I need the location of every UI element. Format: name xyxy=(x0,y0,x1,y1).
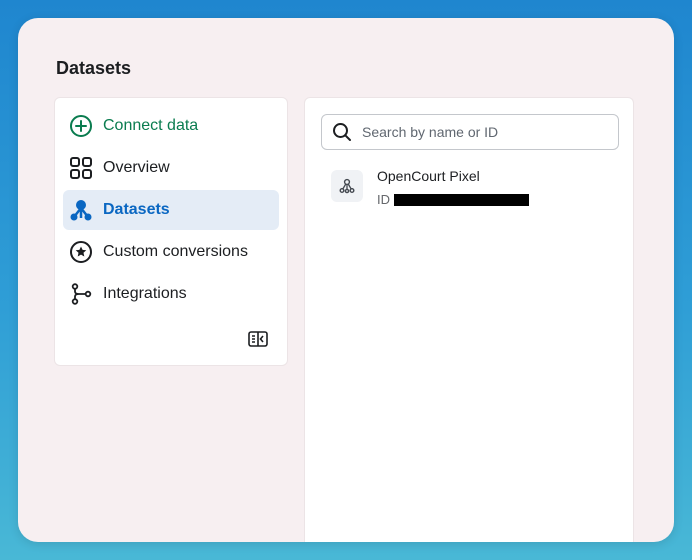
grid-icon xyxy=(69,156,93,180)
pixel-icon xyxy=(331,170,363,202)
nav-item-label: Connect data xyxy=(103,117,199,134)
sidebar-nav: Connect data Overview Datasets Custom co… xyxy=(54,97,288,366)
page-title: Datasets xyxy=(56,58,132,78)
search-icon xyxy=(332,122,352,142)
dataset-name: OpenCourt Pixel xyxy=(377,168,480,184)
datasets-panel: OpenCourt Pixel ID xyxy=(304,97,634,542)
search-box xyxy=(321,114,619,150)
search-input[interactable] xyxy=(360,123,604,141)
nav-item-connect-data[interactable]: Connect data xyxy=(63,106,279,146)
dataset-id: ID xyxy=(377,192,529,207)
nav-item-custom-conversions[interactable]: Custom conversions xyxy=(63,232,279,272)
nav-item-label: Custom conversions xyxy=(103,243,248,260)
nav-item-datasets[interactable]: Datasets xyxy=(63,190,279,230)
nav-item-label: Datasets xyxy=(103,201,170,218)
nav-item-integrations[interactable]: Integrations xyxy=(63,274,279,314)
sidebar-collapse-icon[interactable] xyxy=(248,331,268,347)
dataset-id-label: ID xyxy=(377,192,390,207)
dataset-list-item[interactable]: OpenCourt Pixel ID xyxy=(331,168,621,218)
integrations-icon xyxy=(69,282,93,306)
nav-item-label: Overview xyxy=(103,159,170,176)
nav-item-overview[interactable]: Overview xyxy=(63,148,279,188)
plus-circle-icon xyxy=(69,114,93,138)
redacted-id-value xyxy=(394,193,529,206)
datasets-window: Datasets Connect data Overview Datasets … xyxy=(18,18,674,542)
datasets-icon xyxy=(69,198,93,222)
nav-item-label: Integrations xyxy=(103,285,187,302)
star-circle-icon xyxy=(69,240,93,264)
